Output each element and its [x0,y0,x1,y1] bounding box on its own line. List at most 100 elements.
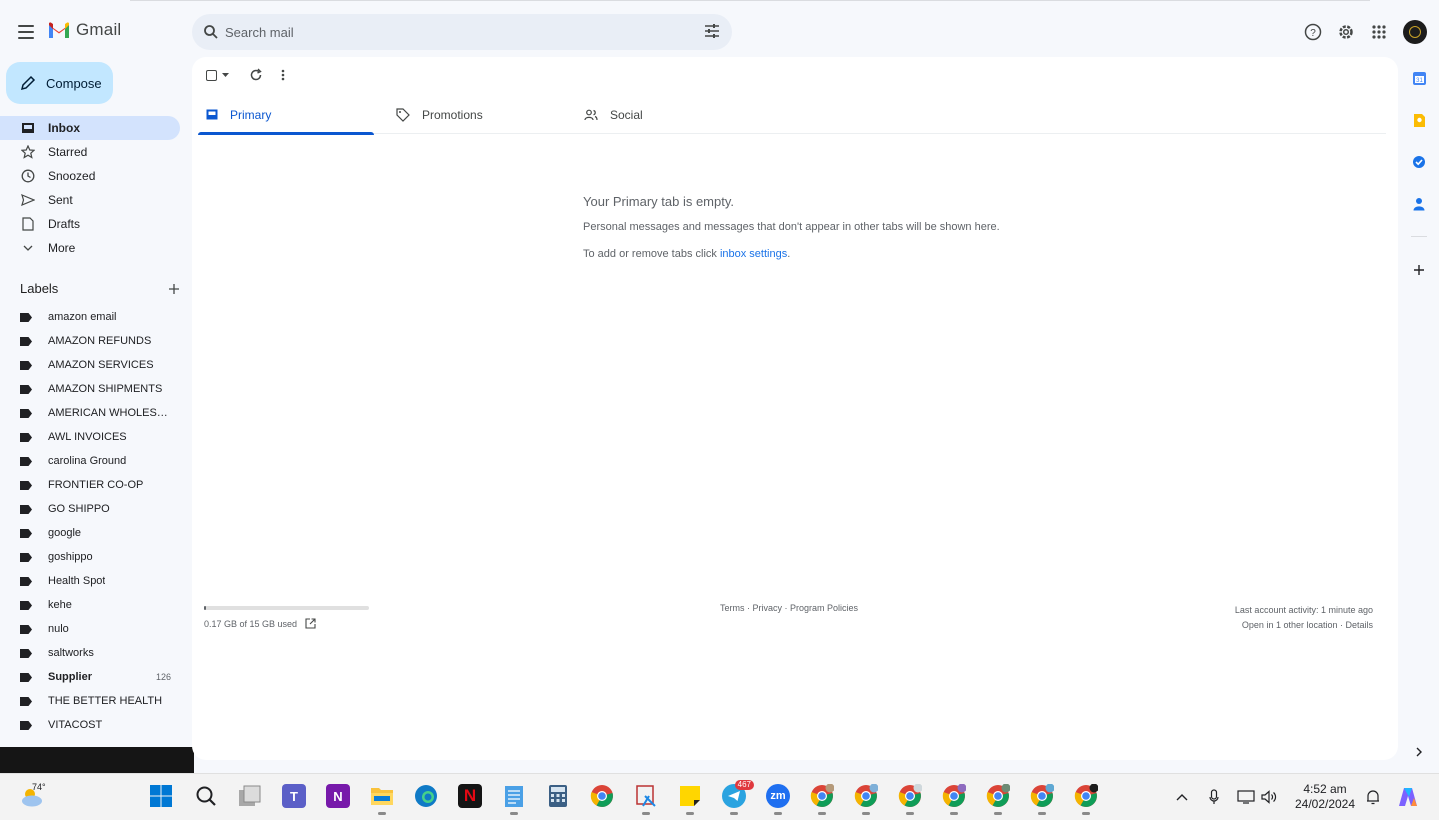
telegram-icon[interactable]: 467 [722,780,754,815]
volume-icon[interactable] [1260,788,1278,806]
task-view-icon[interactable] [238,784,262,808]
label-item[interactable]: AWL INVOICES [0,425,180,449]
label-item[interactable]: Health Spot [0,569,180,593]
calendar-icon[interactable]: 31 [1411,70,1427,86]
label-item[interactable]: AMAZON SERVICES [0,353,180,377]
label-item[interactable]: Supplier 126 [0,665,180,689]
label-name: Health Spot [48,575,106,587]
taskbar-search-icon[interactable] [194,784,218,808]
settings-gear-icon[interactable] [1336,22,1356,42]
footer-links[interactable]: Terms · Privacy · Program Policies [720,603,858,613]
chrome-profile-3-icon[interactable] [898,784,922,815]
sidebar-item-more[interactable]: More [0,236,180,260]
edge-icon[interactable] [414,784,438,808]
search-options-icon[interactable] [704,23,720,39]
empty-state-title: Your Primary tab is empty. [583,194,734,209]
add-addon-icon[interactable] [1411,262,1427,278]
onenote-icon[interactable]: N [326,784,350,808]
file-explorer-icon[interactable] [370,784,394,815]
label-name: AMERICAN WHOLESAL... [48,407,170,419]
account-avatar[interactable] [1403,20,1427,44]
label-item[interactable]: THE BETTER HEALTH [0,689,180,713]
chevron-right-icon[interactable] [1411,744,1427,760]
compose-button[interactable]: Compose [6,62,113,104]
label-item[interactable]: saltworks [0,641,180,665]
sidebar-item-drafts[interactable]: Drafts [0,212,180,236]
sidebar-item-snoozed[interactable]: Snoozed [0,164,180,188]
teams-icon[interactable]: T [282,784,306,808]
label-item[interactable]: VITACOST [0,713,180,737]
search-bar[interactable] [192,14,732,50]
sticky-notes-icon[interactable] [678,784,702,815]
label-item[interactable]: GO SHIPPO [0,497,180,521]
active-tab-indicator [198,132,374,135]
label-name: Supplier [48,671,93,683]
clock[interactable]: 4:52 am 24/02/2024 [1288,782,1362,812]
select-all-checkbox[interactable] [206,69,217,81]
inbox-settings-link[interactable]: inbox settings [720,248,787,260]
calculator-icon[interactable] [546,784,570,808]
label-item[interactable]: goshippo [0,545,180,569]
tab-primary[interactable]: Primary [198,95,374,135]
copilot-icon[interactable] [1396,785,1420,809]
tab-social[interactable]: Social [576,95,752,134]
pencil-icon [20,75,36,91]
tasks-icon[interactable] [1411,154,1427,170]
netflix-icon[interactable]: N [458,784,482,808]
label-item[interactable]: AMAZON SHIPMENTS [0,377,180,401]
network-icon[interactable] [1237,788,1255,806]
chrome-profile-5-icon[interactable] [986,784,1010,815]
contacts-icon[interactable] [1411,196,1427,212]
chrome-profile-4-icon[interactable] [942,784,966,815]
label-item[interactable]: google [0,521,180,545]
show-hidden-icons-chevron-up-icon[interactable] [1173,788,1191,806]
label-tag-icon [20,576,32,586]
svg-text:?: ? [1310,28,1316,39]
label-item[interactable]: kehe [0,593,180,617]
search-input[interactable] [225,22,685,42]
label-item[interactable]: AMERICAN WHOLESAL... [0,401,180,425]
running-indicator [862,812,870,815]
chrome-icon[interactable] [590,784,614,808]
sidebar-nav: Inbox Starred Snoozed Sent Drafts More [0,116,192,260]
account-activity: Last account activity: 1 minute ago Open… [1235,603,1373,633]
activity-details-link[interactable]: Open in 1 other location · Details [1235,618,1373,633]
notepad-icon[interactable] [502,784,526,815]
label-name: VITACOST [48,719,103,731]
notifications-icon[interactable] [1364,788,1382,806]
inbox-icon [20,120,36,136]
more-vertical-icon[interactable] [281,69,285,81]
open-in-new-icon[interactable] [305,618,316,629]
main-menu-button[interactable] [14,20,38,44]
select-dropdown-icon[interactable] [222,73,229,77]
zoom-icon[interactable]: zm [766,784,790,815]
refresh-icon[interactable] [249,68,263,82]
label-item[interactable]: AMAZON REFUNDS [0,329,180,353]
microphone-icon[interactable] [1205,788,1223,806]
label-item[interactable]: amazon email [0,305,180,329]
sidebar-item-starred[interactable]: Starred [0,140,180,164]
chrome-profile-7-icon[interactable] [1074,784,1098,815]
label-name: saltworks [48,647,94,659]
side-panel-divider [1411,236,1427,237]
compose-label: Compose [46,75,102,91]
snipping-tool-icon[interactable] [634,784,658,815]
running-indicator [906,812,914,815]
start-windows-icon[interactable] [149,784,173,808]
google-apps-icon[interactable] [1369,22,1389,42]
label-item[interactable]: carolina Ground [0,449,180,473]
add-label-icon[interactable] [168,283,180,295]
search-icon[interactable] [203,24,219,40]
help-icon[interactable]: ? [1303,22,1323,42]
label-item[interactable]: FRONTIER CO-OP [0,473,180,497]
tab-promotions[interactable]: Promotions [388,95,564,134]
chrome-profile-2-icon[interactable] [854,784,878,815]
sidebar-item-inbox[interactable]: Inbox [0,116,180,140]
chrome-profile-1-icon[interactable] [810,784,834,815]
chrome-profile-6-icon[interactable] [1030,784,1054,815]
sidebar-item-sent[interactable]: Sent [0,188,180,212]
label-item[interactable]: nulo [0,617,180,641]
storage-meter [204,606,369,610]
gmail-logo[interactable]: Gmail [48,20,121,40]
keep-icon[interactable] [1411,112,1427,128]
